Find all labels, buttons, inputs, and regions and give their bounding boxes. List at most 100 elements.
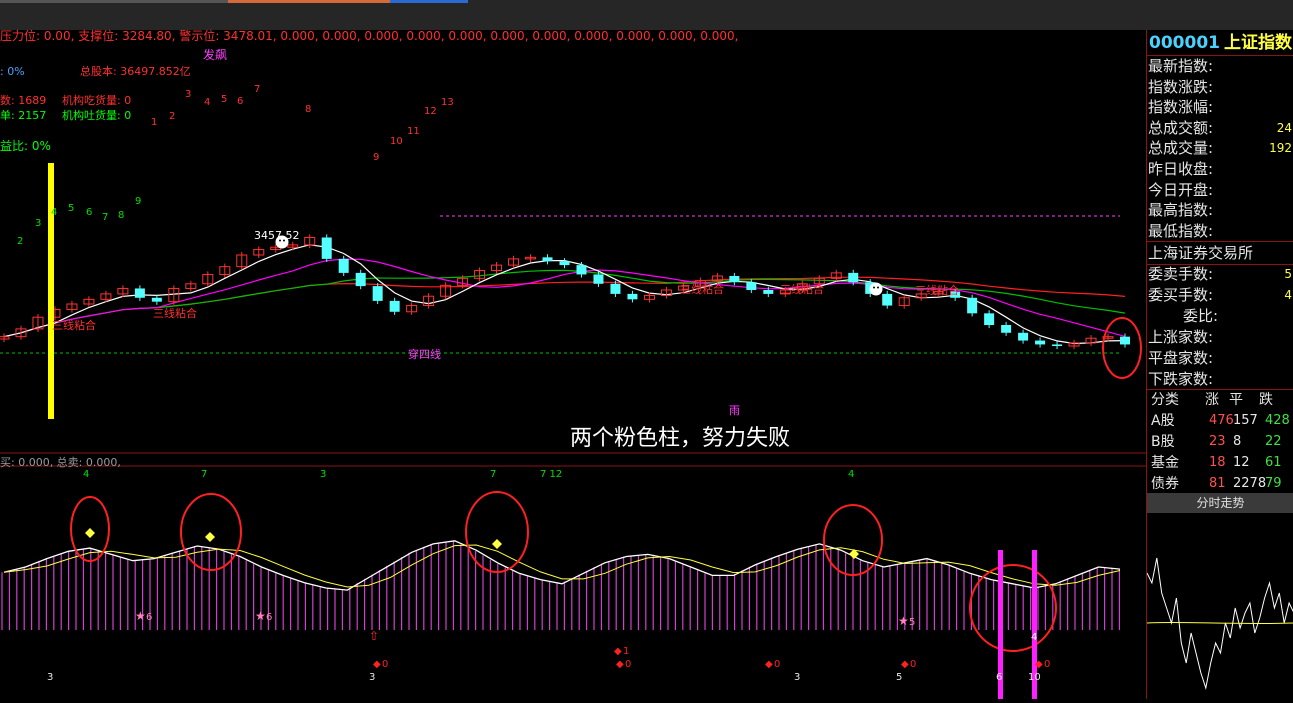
diamond-icon: ◆ [614, 646, 622, 657]
stats-cat: B股 [1151, 434, 1175, 450]
tab-strip-segment[interactable] [390, 0, 468, 3]
annotation-circle [969, 564, 1057, 652]
tab-strip-segment[interactable] [0, 0, 228, 3]
osc-top-label: 4 [848, 469, 854, 480]
candle-down [1018, 332, 1029, 341]
candle-down [576, 265, 587, 275]
count-label-green: 6 [86, 207, 92, 218]
indicator-header: 压力位: 0.00, 支撑位: 3284.80, 警示位: 3478.01, 0… [0, 29, 739, 43]
annotation-circle [180, 493, 242, 571]
count-label-green: 8 [118, 210, 124, 221]
order-label: 平盘家数: [1148, 349, 1214, 367]
quote-label: 总成交额: [1148, 118, 1214, 137]
order-label: 下跌家数: [1148, 370, 1214, 388]
diamond-label: 0 [910, 659, 916, 670]
candle-down [1052, 344, 1063, 346]
stats-header: 平 [1229, 392, 1243, 408]
count-label-red: 9 [373, 152, 379, 163]
candle-down [967, 297, 978, 314]
candle-down [321, 237, 332, 259]
lower-panel-header: 买: 0.000, 总卖: 0.000, [0, 456, 121, 469]
candle-down [1001, 325, 1012, 333]
security-name: 上证指数 [1223, 33, 1292, 53]
stats-down: 22 [1265, 434, 1282, 449]
highlight-bar [48, 163, 54, 419]
count-text: 数: 1689 [0, 94, 47, 107]
candle-down [1120, 336, 1130, 345]
single-text: 单: 2157 [0, 109, 47, 122]
intraday-mini-chart [1147, 557, 1293, 690]
candle-down [882, 293, 893, 306]
diamond-marker [205, 532, 215, 542]
diamond-icon: ◆ [1035, 659, 1043, 670]
candle-down [763, 290, 774, 294]
star-label: 6 [266, 612, 272, 623]
order-value: 5 [1284, 267, 1292, 281]
stats-down: 428 [1265, 413, 1290, 428]
chart-area[interactable]: 2 3 4 5 6 7 8 9 3 4 5 6 7 8 9 10 11 12 13 1 2 4 7 3 7 7 12 4 ★ 6 ★ 6 ★ 5… [0, 29, 1146, 700]
quote-value: 192 [1269, 141, 1292, 156]
tab-intraday[interactable]: 分时走势 [1147, 493, 1293, 513]
count-label-red: 2 [169, 111, 175, 122]
diamond-marker [85, 528, 95, 538]
candle-down [729, 276, 740, 283]
smiley-eye [873, 286, 875, 289]
diamond-icon: ◆ [373, 659, 381, 670]
candle-down [848, 272, 859, 283]
count-label-red: 5 [221, 94, 227, 105]
candle-down [1035, 340, 1046, 345]
bottom-axis-label: 3 [794, 672, 800, 683]
quote-label: 今日开盘: [1148, 180, 1214, 199]
candle-down [746, 282, 757, 290]
inst-sell: 机构吐货量: 0 [62, 109, 132, 122]
signal-chuansixian: 穿四线 [408, 348, 441, 361]
quote-label: 总成交量: [1148, 139, 1214, 158]
candle-down [372, 286, 383, 301]
count-label-red: 7 [254, 84, 260, 95]
count-label-green: 9 [135, 196, 141, 207]
diamond-label: 1 [623, 646, 629, 657]
bottom-axis-label: 5 [896, 672, 902, 683]
order-value: 4 [1284, 288, 1292, 302]
kline-chart[interactable]: 234 5 6 7 8934 5 678910111213124 7 3 7 7 12 4★ 6 ★ 6 ★ 5… [0, 30, 1146, 700]
diamond-icon: ◆ [901, 659, 909, 670]
annotation-circle [465, 491, 529, 573]
smiley-eye [877, 286, 879, 289]
diamond-icon: ◆ [616, 659, 624, 670]
count-label-green: 7 [102, 212, 108, 223]
candle-down [559, 261, 570, 266]
profit-ratio: 益比: 0% [0, 139, 51, 153]
osc-side-label: 4 [1031, 632, 1037, 643]
smiley-icon [869, 282, 883, 296]
stats-cat: 基金 [1151, 455, 1179, 471]
candle-down [134, 288, 145, 298]
up-arrow-icon: ⇧ [369, 629, 379, 643]
candle-down [542, 257, 553, 262]
stats-up: 476 [1209, 413, 1234, 428]
candle-down [338, 258, 349, 273]
star-icon: ★ [255, 609, 266, 623]
osc-top-label: 4 [83, 469, 89, 480]
security-code: 000001 [1149, 33, 1220, 53]
star-icon: ★ [898, 614, 909, 628]
quote-label: 最低指数: [1148, 221, 1214, 240]
stats-up: 23 [1209, 434, 1226, 449]
intraday-avg-line [1147, 621, 1293, 625]
security-title: 000001 上证指数 [1149, 32, 1292, 54]
count-label-green: 5 [68, 203, 74, 214]
candle-down [984, 313, 995, 325]
stats-header: 分类 [1151, 392, 1179, 408]
ratio-text: : 0% [0, 65, 25, 78]
stats-flat: 8 [1233, 434, 1242, 449]
caption: 两个粉色柱，努力失败 [570, 426, 791, 451]
bottom-axis-label: 10 [1028, 672, 1041, 683]
candle-down [627, 293, 638, 300]
order-label: 委卖手数: [1148, 265, 1214, 283]
tab-strip-active[interactable] [228, 0, 390, 3]
signal-fabiao: 发飙 [203, 48, 228, 62]
count-label-red: 6 [237, 96, 243, 107]
quote-label: 最高指数: [1148, 201, 1214, 220]
count-label-red: 10 [390, 136, 403, 147]
osc-top-label: 7 12 [540, 469, 562, 480]
quote-label: 指数涨跌: [1148, 77, 1214, 96]
